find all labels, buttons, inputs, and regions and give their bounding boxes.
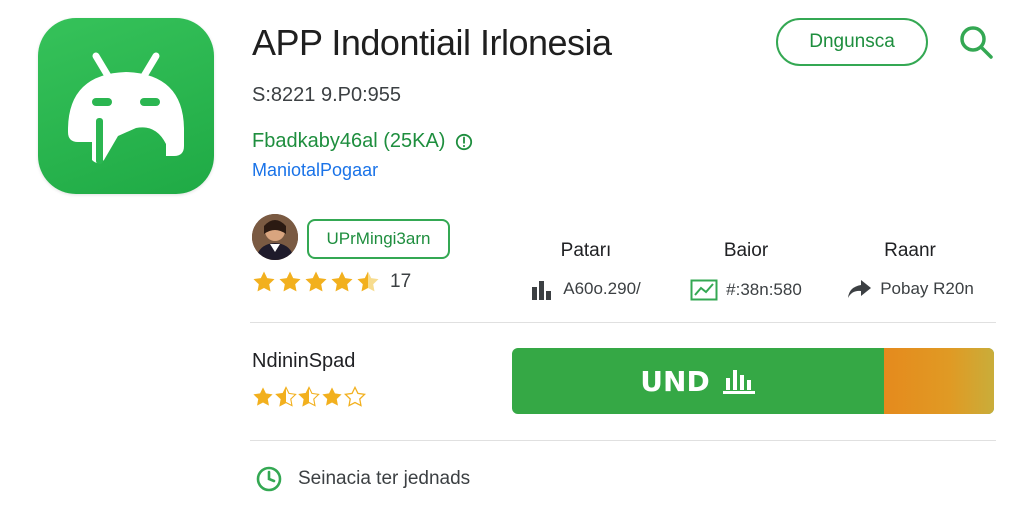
rating-count: 17	[390, 271, 412, 292]
stat-value: A60o.290/	[563, 279, 641, 298]
star-half-icon	[298, 386, 320, 407]
trend-chart-icon	[690, 279, 718, 301]
stat-label: Patarı	[560, 240, 612, 261]
divider	[250, 440, 996, 441]
star-full-icon	[322, 387, 342, 406]
stat-value: Pobay R20n	[880, 279, 974, 298]
stat-share: Raanr Pobay R20n	[820, 240, 1000, 300]
developer-row: Fbadkaby46al (25KA)	[252, 130, 473, 153]
app-title: APP Indontiail Irlonesia	[252, 22, 612, 63]
star-full-icon	[253, 387, 273, 406]
footer-text: Seinacia ter jednads	[298, 468, 471, 489]
section-rating	[252, 386, 366, 408]
section-title: NdininSpad	[252, 350, 356, 372]
person-avatar-icon	[252, 214, 298, 260]
footer-row[interactable]: Seinacia ter jednads	[256, 466, 470, 492]
star-half-icon	[357, 271, 379, 292]
star-half-icon	[275, 386, 297, 407]
avatar[interactable]	[252, 214, 298, 260]
app-icon	[38, 18, 214, 194]
category-link[interactable]: ManiotalPogaar	[252, 160, 378, 181]
stat-value: #:38n:580	[726, 280, 802, 299]
reviewer-badge[interactable]: UPrMingi3arn	[307, 219, 450, 259]
stat-label: Raanr	[884, 240, 936, 261]
stat-size: Baior #:38n:580	[656, 240, 836, 302]
bar-chart-icon	[532, 281, 552, 300]
android-robot-icon	[68, 52, 184, 164]
divider	[250, 322, 996, 323]
install-action-main[interactable]: UND	[512, 348, 884, 414]
install-action-dropdown[interactable]	[884, 348, 994, 414]
developer-link[interactable]: Fbadkaby46al (25KA)	[252, 130, 445, 153]
info-circle-icon[interactable]	[455, 133, 473, 151]
download-chart-icon	[722, 370, 755, 394]
install-action-label: UND	[640, 364, 710, 398]
star-full-icon	[331, 271, 353, 292]
star-full-icon	[305, 271, 327, 292]
reviewer-rating: 17	[252, 270, 411, 294]
clock-icon	[256, 466, 282, 492]
install-pill-button[interactable]: Dngunsca	[776, 18, 928, 66]
share-arrow-icon[interactable]	[846, 278, 872, 300]
star-full-icon	[279, 271, 301, 292]
star-empty-icon	[344, 386, 366, 407]
install-action-button[interactable]: UND	[512, 348, 994, 414]
stat-label: Baior	[723, 240, 769, 261]
stat-downloads: Patarı A60o.290/	[496, 240, 676, 300]
app-version: S:8221 9.P0:955	[252, 84, 402, 106]
search-icon[interactable]	[956, 22, 996, 62]
star-full-icon	[253, 271, 275, 292]
